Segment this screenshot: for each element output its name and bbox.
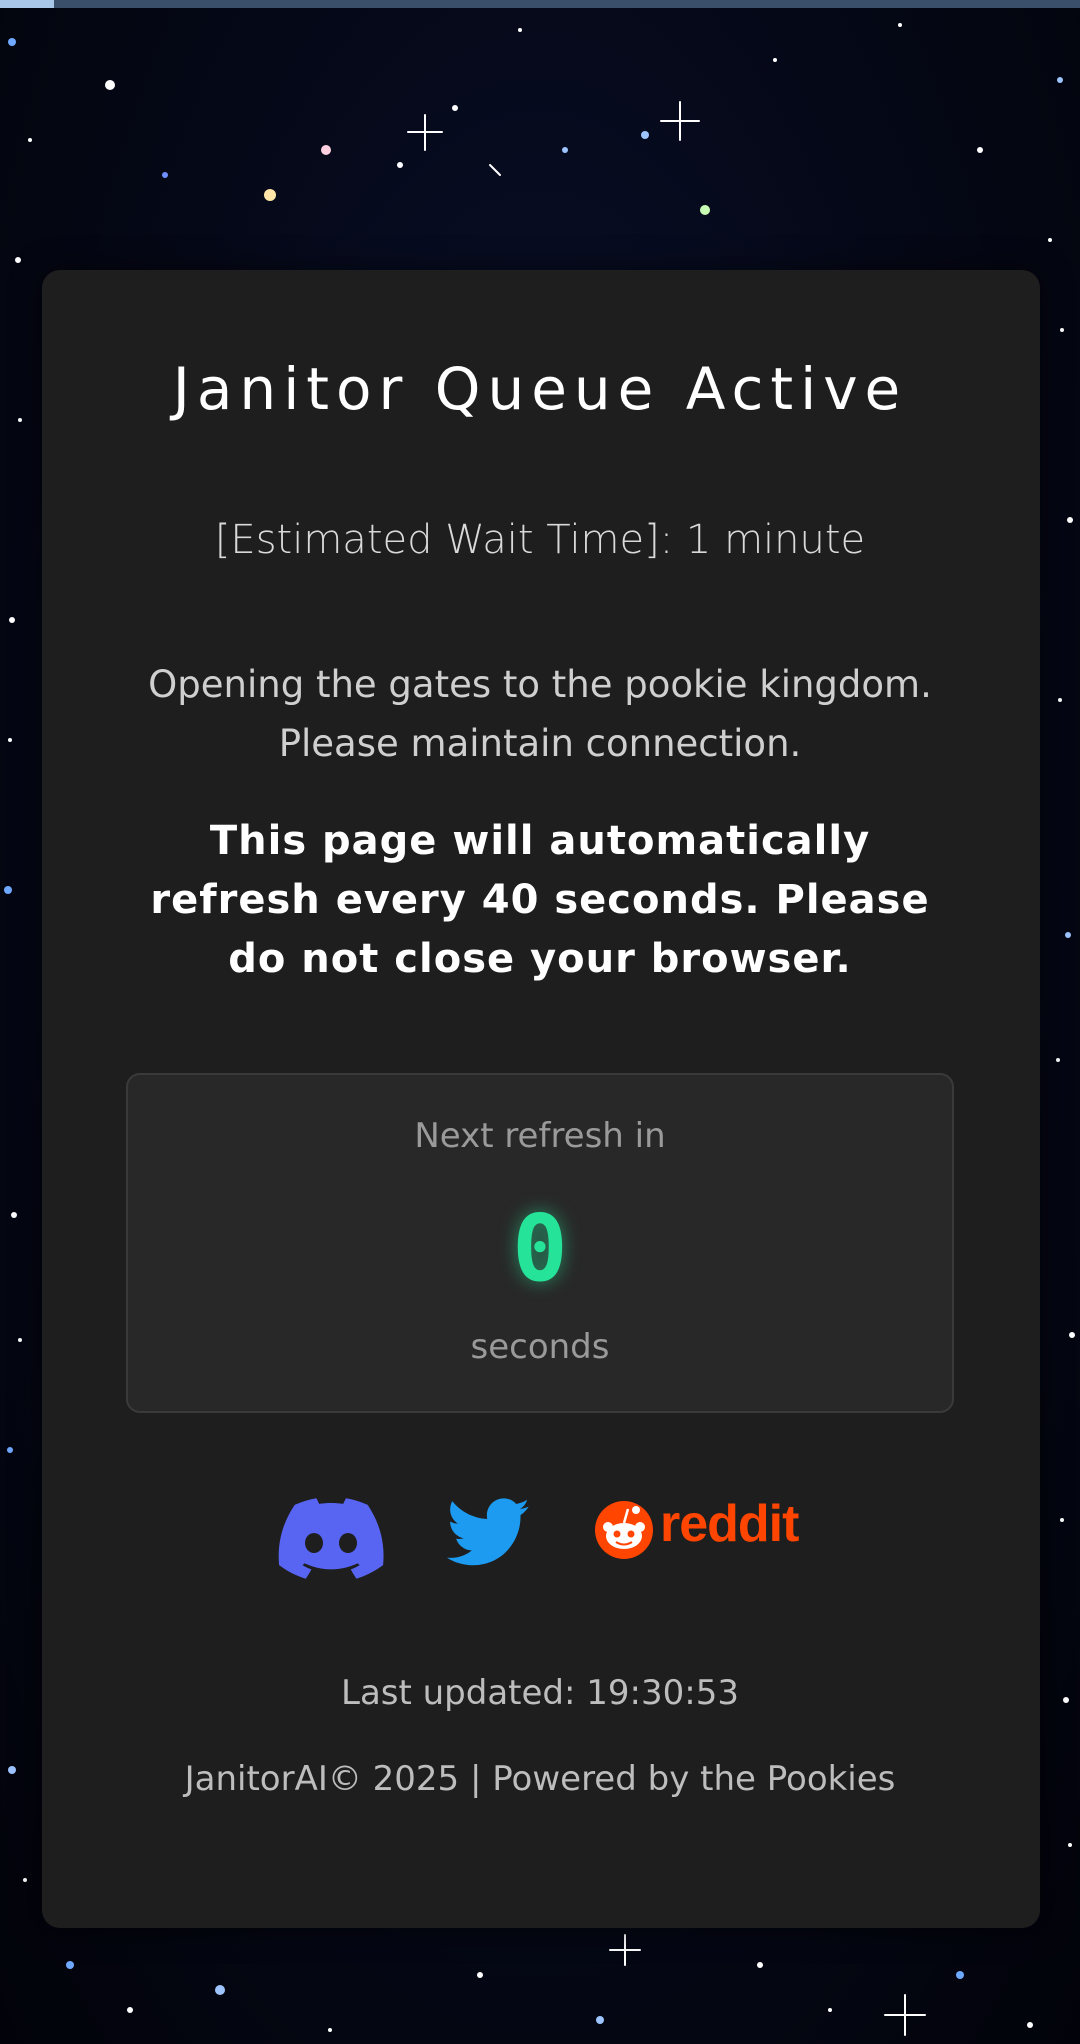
- status-message: Opening the gates to the pookie kingdom.…: [0, 655, 1080, 773]
- status-message-line1: Opening the gates to the pookie kingdom.: [148, 663, 932, 706]
- twitter-icon: [446, 1498, 530, 1566]
- twitter-link[interactable]: [446, 1498, 532, 1572]
- reddit-wordmark[interactable]: reddit: [660, 1494, 799, 1554]
- status-message-line2: Please maintain connection.: [278, 722, 802, 765]
- countdown-value: 0: [512, 1195, 568, 1302]
- discord-link[interactable]: [278, 1498, 384, 1584]
- last-updated: Last updated: 19:30:53: [341, 1673, 739, 1713]
- countdown-label: Next refresh in: [414, 1116, 666, 1156]
- reddit-link[interactable]: [594, 1498, 654, 1564]
- discord-icon: [278, 1498, 384, 1579]
- refresh-notice: This page will automatically refresh eve…: [150, 818, 930, 982]
- page-title: Janitor Queue Active: [172, 355, 908, 423]
- loading-bar-fill: [0, 0, 54, 8]
- loading-bar: [0, 0, 1080, 8]
- estimated-wait-time: [Estimated Wait Time]: 1 minute: [214, 517, 866, 563]
- reddit-icon: [595, 1501, 653, 1559]
- countdown-unit: seconds: [470, 1327, 610, 1367]
- footer-text: JanitorAI© 2025 | Powered by the Pookies: [184, 1759, 896, 1799]
